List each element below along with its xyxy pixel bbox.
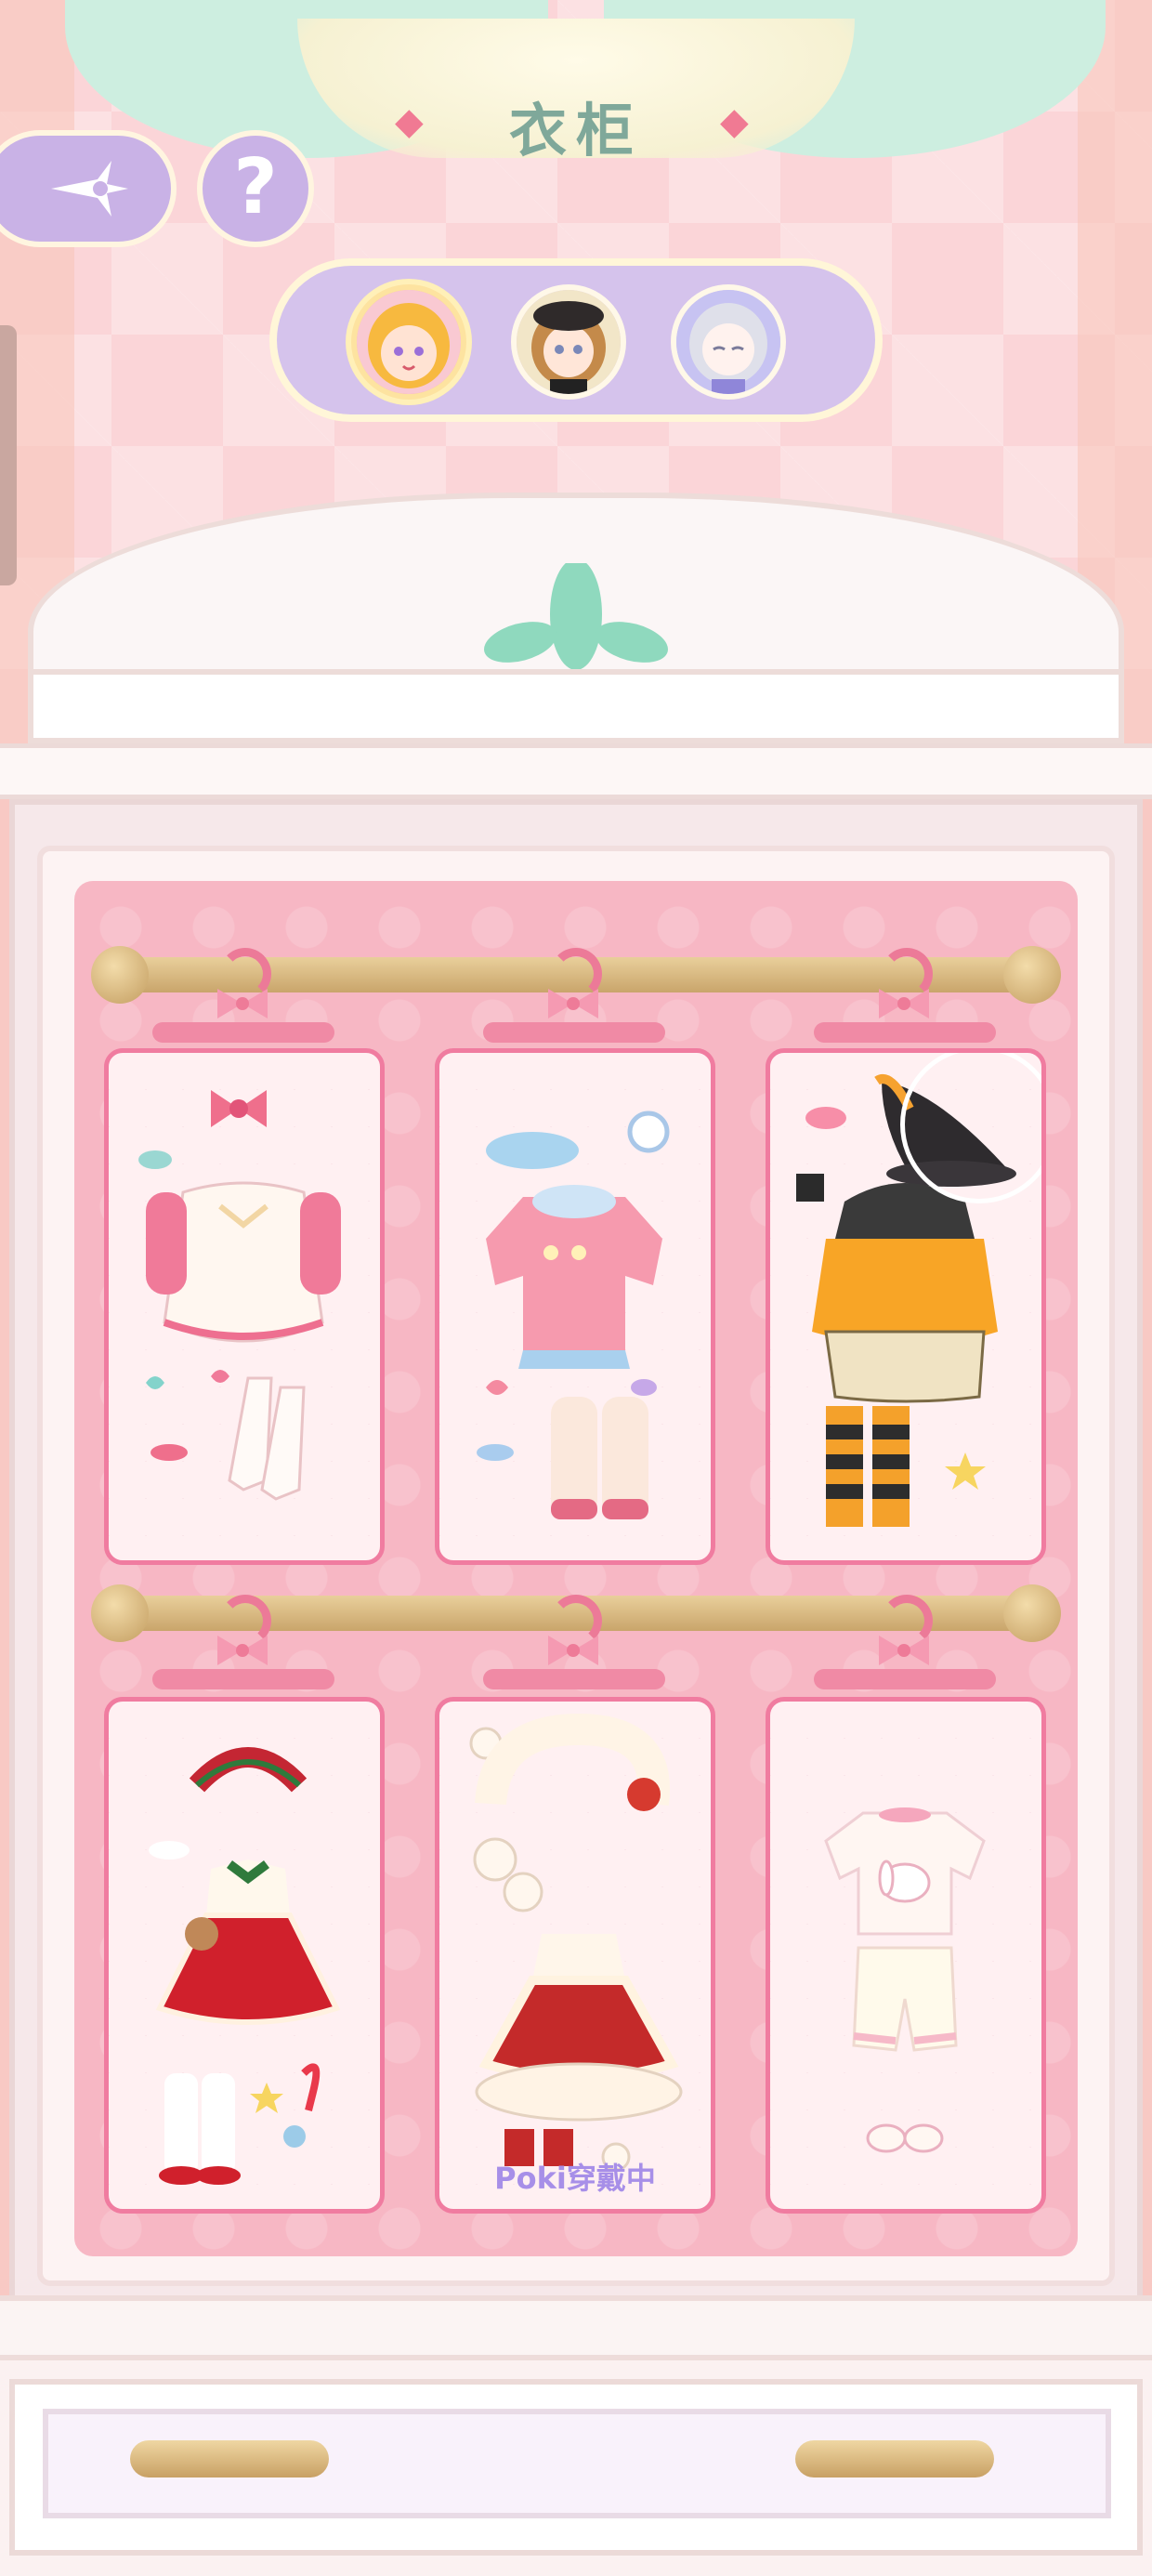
rod-cap-left	[91, 946, 149, 1004]
hanger-icon	[814, 1669, 996, 1689]
drawer-handle-right[interactable]	[795, 2440, 994, 2477]
bunny-tee-icon	[824, 1807, 986, 2153]
sparkle-back-icon	[51, 161, 128, 217]
wardrobe-crown-base	[28, 669, 1124, 743]
christmas-dress-icon	[149, 1747, 341, 2185]
hanger-icon	[814, 1022, 996, 1043]
hanger-bow-icon	[217, 989, 268, 1019]
avatar-brown-hat-icon	[517, 290, 621, 394]
outfit-card-pink-sweater[interactable]	[435, 1048, 715, 1565]
hanger-icon	[152, 1022, 334, 1043]
wardrobe-cornice	[0, 743, 1152, 799]
hanger-bow-icon	[879, 1636, 929, 1665]
drawer-handle-left[interactable]	[130, 2440, 329, 2477]
hanger-icon	[483, 1022, 665, 1043]
back-button[interactable]	[0, 130, 177, 247]
rod-cap-right	[1003, 1584, 1061, 1642]
pink-bow-dress-icon	[138, 1090, 341, 1501]
hanger-bow-icon	[879, 989, 929, 1019]
wearing-label: Poki穿戴中	[494, 2161, 656, 2196]
hanger-icon	[483, 1669, 665, 1689]
outfit-card-christmas-dress[interactable]	[104, 1697, 385, 2214]
outfit-card-pink-bow-dress[interactable]	[104, 1048, 385, 1565]
pink-sweater-icon	[477, 1111, 670, 1519]
side-drawer-tab[interactable]	[0, 325, 17, 585]
red-lantern-dress-icon	[469, 1713, 683, 2172]
rod-cap-left	[91, 1584, 149, 1642]
wardrobe-base-top	[0, 2295, 1152, 2360]
avatar-blonde-icon	[357, 290, 461, 394]
character-avatar-1[interactable]	[351, 284, 466, 400]
character-avatar-2[interactable]	[511, 284, 626, 400]
outfit-card-red-lantern-dress[interactable]: Poki穿戴中	[435, 1697, 715, 2214]
rod-cap-right	[1003, 946, 1061, 1004]
help-button[interactable]: ?	[197, 130, 314, 247]
page-title: 衣柜	[508, 97, 643, 164]
title-ornament-right-icon: ◆	[720, 100, 749, 143]
hanger-icon	[152, 1669, 334, 1689]
leaf-ornament-icon	[484, 563, 668, 670]
hanger-bow-icon	[217, 1636, 268, 1665]
character-avatar-3[interactable]	[671, 284, 786, 400]
outfit-card-bunny-tee[interactable]	[766, 1697, 1046, 2214]
avatar-silver-icon	[676, 290, 780, 394]
title-plaque: ◆ 衣柜 ◆	[297, 19, 855, 164]
character-selector	[269, 258, 883, 422]
hanger-bow-icon	[548, 1636, 598, 1665]
hanger-bow-icon	[548, 989, 598, 1019]
outfit-card-halloween-witch[interactable]	[766, 1048, 1046, 1565]
